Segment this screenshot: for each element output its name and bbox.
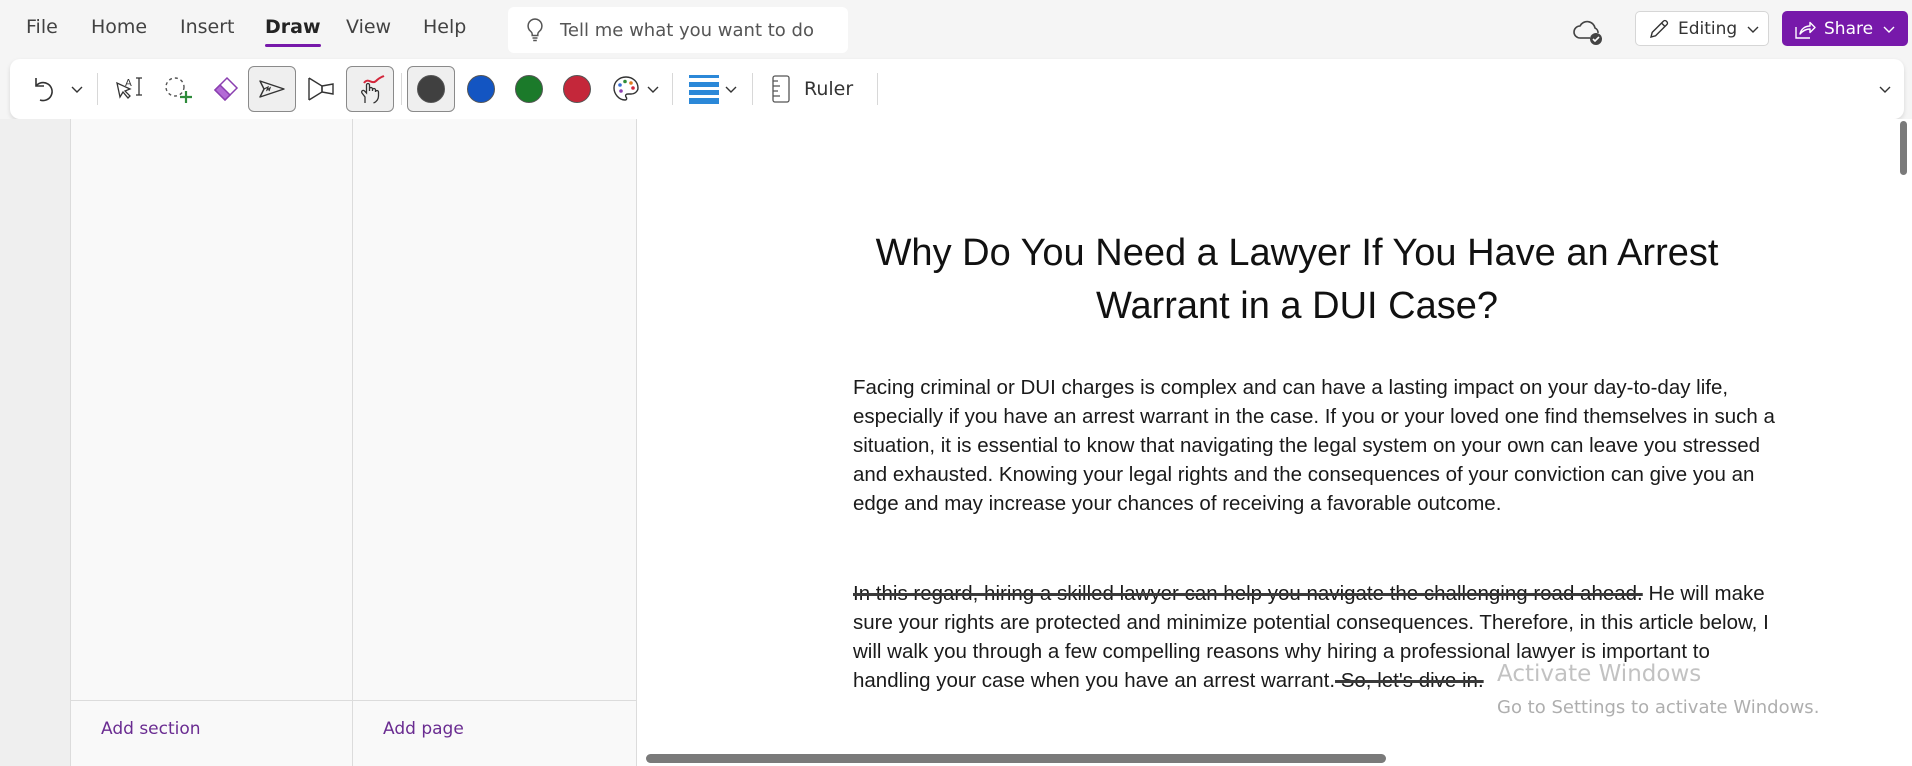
pages-pane: Add page <box>353 119 637 766</box>
chevron-down-icon <box>725 86 737 93</box>
color-blue-button[interactable] <box>461 66 501 112</box>
activation-watermark-title: Activate Windows <box>1497 661 1702 687</box>
undo-dropdown[interactable] <box>66 66 88 112</box>
separator <box>877 73 878 105</box>
left-gutter <box>0 119 70 766</box>
tab-view[interactable]: View <box>346 16 391 38</box>
sections-pane: Add section <box>70 119 353 766</box>
main-content: Add section Add page Why Do You Need a L… <box>0 119 1912 766</box>
chevron-down-icon <box>71 86 83 93</box>
share-label: Share <box>1824 18 1874 39</box>
lasso-select-icon <box>165 77 192 103</box>
ruler-button[interactable]: Ruler <box>770 66 870 112</box>
tell-me-search[interactable]: Tell me what you want to do <box>508 7 848 53</box>
tab-home[interactable]: Home <box>91 16 147 38</box>
chevron-down-icon <box>647 86 659 93</box>
color-green-button[interactable] <box>509 66 549 112</box>
share-icon <box>1795 21 1816 39</box>
draw-ribbon: A Ruler <box>10 59 1904 119</box>
ink-strikethrough-text: So, let's dive in. <box>1335 669 1484 692</box>
palette-icon <box>613 76 639 101</box>
line-thickness-button[interactable] <box>684 66 744 112</box>
separator <box>752 73 753 105</box>
share-button[interactable]: Share <box>1782 11 1908 46</box>
undo-button[interactable] <box>28 66 62 112</box>
highlighter-icon <box>308 77 334 101</box>
horizontal-scrollbar[interactable] <box>646 754 1386 763</box>
pages-footer: Add page <box>353 700 636 766</box>
page-title: Why Do You Need a Lawyer If You Have an … <box>875 232 1719 327</box>
color-swatch-red <box>563 75 591 103</box>
draw-with-touch-button[interactable] <box>346 66 394 112</box>
color-red-button[interactable] <box>557 66 597 112</box>
type-select-button[interactable]: A <box>110 66 150 112</box>
more-colors-button[interactable] <box>604 66 668 112</box>
separator <box>672 73 673 105</box>
lasso-select-button[interactable] <box>158 66 198 112</box>
color-black-button[interactable] <box>407 66 455 112</box>
chevron-down-icon <box>1747 26 1759 33</box>
vertical-scrollbar[interactable] <box>1900 121 1907 175</box>
pen-button[interactable] <box>248 66 296 112</box>
title-bar: File Home Insert Draw View Help Tell me … <box>0 0 1912 58</box>
paragraph-1: Facing criminal or DUI charges is comple… <box>853 376 1775 515</box>
separator <box>401 73 402 105</box>
separator <box>97 73 98 105</box>
undo-icon <box>35 78 53 102</box>
eraser-button[interactable] <box>206 66 246 112</box>
chevron-down-icon <box>1883 26 1895 33</box>
lasso-type-select-icon: A <box>116 77 142 99</box>
pencil-icon <box>1650 19 1669 38</box>
tab-draw[interactable]: Draw <box>265 16 321 47</box>
editing-label: Editing <box>1678 18 1738 39</box>
editing-mode-button[interactable]: Editing <box>1635 11 1769 46</box>
tell-me-placeholder: Tell me what you want to do <box>560 19 814 41</box>
add-page-link[interactable]: Add page <box>383 719 464 739</box>
tab-insert[interactable]: Insert <box>180 16 235 38</box>
chevron-down-icon <box>1879 86 1891 93</box>
color-swatch-black <box>417 75 445 103</box>
cloud-check-icon[interactable] <box>1572 18 1604 46</box>
ruler-icon <box>772 75 790 103</box>
ink-strikethrough-text: In this regard, hiring a skilled lawyer … <box>853 582 1643 605</box>
add-section-link[interactable]: Add section <box>101 719 201 739</box>
ruler-label: Ruler <box>804 78 854 100</box>
color-swatch-blue <box>467 75 495 103</box>
eraser-icon <box>213 76 239 102</box>
activation-watermark-subtitle: Go to Settings to activate Windows. <box>1497 697 1820 718</box>
lightbulb-icon <box>527 18 543 42</box>
page-canvas[interactable]: Why Do You Need a Lawyer If You Have an … <box>637 119 1912 766</box>
ribbon-expand-button[interactable] <box>1872 66 1898 112</box>
line-thickness-icon <box>689 75 719 104</box>
tab-help[interactable]: Help <box>423 16 466 38</box>
color-swatch-green <box>515 75 543 103</box>
svg-text:A: A <box>125 78 132 89</box>
tab-file[interactable]: File <box>26 16 58 38</box>
sections-footer: Add section <box>71 700 352 766</box>
highlighter-button[interactable] <box>301 66 341 112</box>
touch-draw-icon <box>361 75 385 104</box>
pen-icon <box>259 80 285 98</box>
